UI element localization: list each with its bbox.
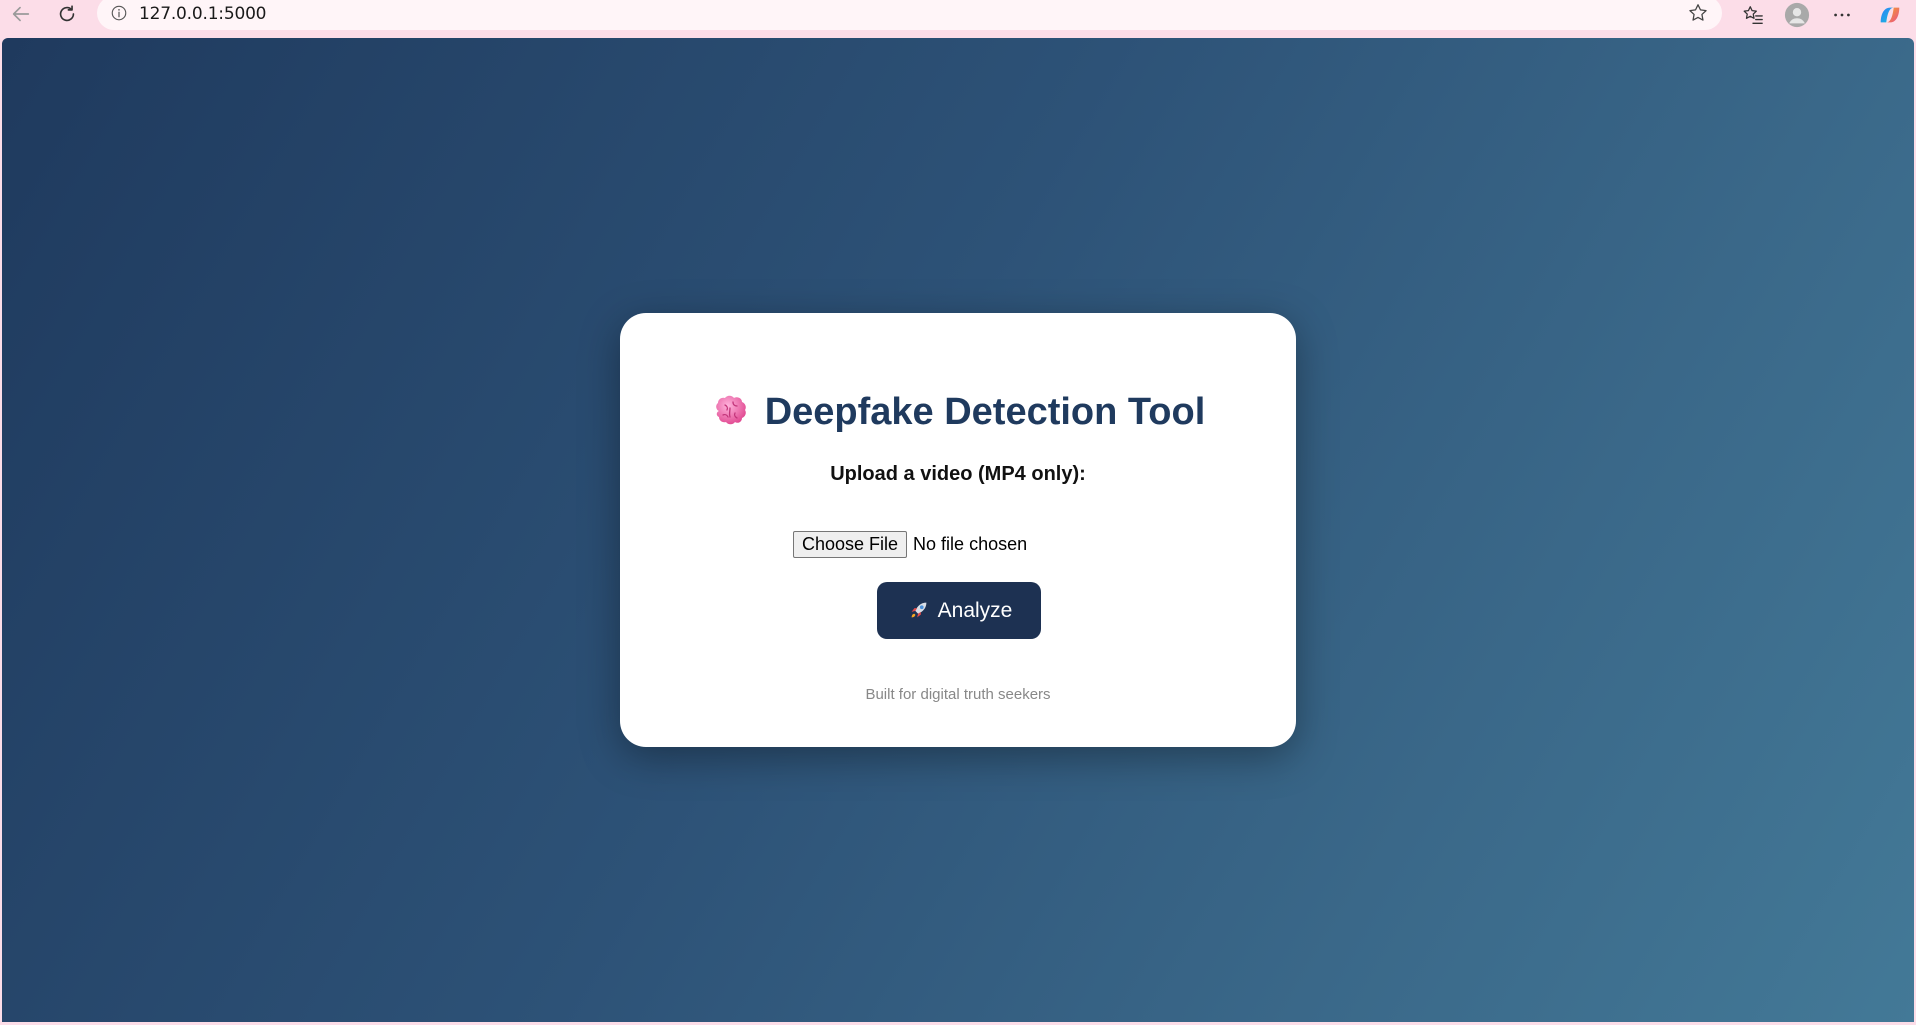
file-status: No file chosen xyxy=(913,533,1028,554)
upload-card: Deepfake Detection Tool Upload a video (… xyxy=(620,313,1296,747)
upload-label: Upload a video (MP4 only): xyxy=(830,463,1086,485)
footer-text: Built for digital truth seekers xyxy=(865,686,1051,703)
brain-icon xyxy=(711,393,751,433)
browser-toolbar: 127.0.0.1:5000 xyxy=(0,0,1916,38)
page-title: Deepfake Detection Tool xyxy=(620,391,1296,434)
page-viewport: Deepfake Detection Tool Upload a video (… xyxy=(2,38,1914,1022)
profile-icon[interactable] xyxy=(1782,1,1812,29)
rocket-icon xyxy=(906,598,932,624)
analyze-label[interactable]: Analyze xyxy=(938,599,1013,623)
title-text: Deepfake Detection Tool xyxy=(764,391,1206,433)
favorites-icon[interactable] xyxy=(1738,1,1768,29)
analyze-button[interactable]: Analyze xyxy=(877,582,1041,639)
more-icon[interactable] xyxy=(1827,1,1857,29)
star-icon[interactable] xyxy=(1686,1,1710,25)
back-arrow-icon[interactable] xyxy=(3,0,39,28)
info-icon[interactable] xyxy=(107,1,131,25)
choose-file-button[interactable]: Choose File xyxy=(793,530,908,558)
copilot-icon[interactable] xyxy=(1875,1,1905,29)
reload-icon[interactable] xyxy=(49,0,85,28)
address-bar[interactable]: 127.0.0.1:5000 xyxy=(97,0,1722,30)
file-input[interactable]: Choose File No file chosen xyxy=(793,530,1027,558)
url-text[interactable]: 127.0.0.1:5000 xyxy=(139,4,267,24)
